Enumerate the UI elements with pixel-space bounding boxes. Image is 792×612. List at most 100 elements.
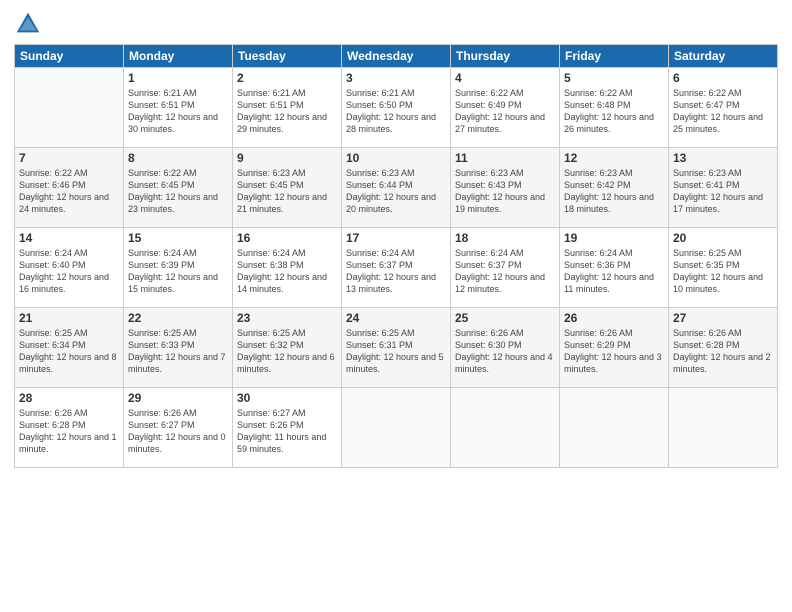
sunset-text: Sunset: 6:37 PM bbox=[346, 259, 446, 271]
weekday-header-monday: Monday bbox=[124, 45, 233, 68]
day-info: Sunrise: 6:22 AMSunset: 6:45 PMDaylight:… bbox=[128, 167, 228, 216]
sunrise-text: Sunrise: 6:22 AM bbox=[673, 87, 773, 99]
daylight-text: Daylight: 12 hours and 7 minutes. bbox=[128, 351, 228, 375]
daylight-text: Daylight: 12 hours and 15 minutes. bbox=[128, 271, 228, 295]
day-number: 1 bbox=[128, 71, 228, 85]
sunset-text: Sunset: 6:28 PM bbox=[673, 339, 773, 351]
day-info: Sunrise: 6:24 AMSunset: 6:39 PMDaylight:… bbox=[128, 247, 228, 296]
day-info: Sunrise: 6:22 AMSunset: 6:46 PMDaylight:… bbox=[19, 167, 119, 216]
daylight-text: Daylight: 12 hours and 2 minutes. bbox=[673, 351, 773, 375]
calendar-cell: 6Sunrise: 6:22 AMSunset: 6:47 PMDaylight… bbox=[669, 68, 778, 148]
calendar-page: SundayMondayTuesdayWednesdayThursdayFrid… bbox=[0, 0, 792, 612]
day-number: 3 bbox=[346, 71, 446, 85]
daylight-text: Daylight: 12 hours and 0 minutes. bbox=[128, 431, 228, 455]
day-number: 21 bbox=[19, 311, 119, 325]
daylight-text: Daylight: 12 hours and 1 minute. bbox=[19, 431, 119, 455]
sunset-text: Sunset: 6:32 PM bbox=[237, 339, 337, 351]
weekday-header-friday: Friday bbox=[560, 45, 669, 68]
day-number: 7 bbox=[19, 151, 119, 165]
day-info: Sunrise: 6:26 AMSunset: 6:28 PMDaylight:… bbox=[19, 407, 119, 456]
day-number: 11 bbox=[455, 151, 555, 165]
daylight-text: Daylight: 12 hours and 29 minutes. bbox=[237, 111, 337, 135]
sunrise-text: Sunrise: 6:22 AM bbox=[128, 167, 228, 179]
calendar-week-row: 14Sunrise: 6:24 AMSunset: 6:40 PMDayligh… bbox=[15, 228, 778, 308]
sunset-text: Sunset: 6:45 PM bbox=[128, 179, 228, 191]
sunrise-text: Sunrise: 6:24 AM bbox=[564, 247, 664, 259]
calendar-cell: 22 Sunrise: 6:25 AMSunset: 6:33 PMDayligh… bbox=[124, 308, 233, 388]
day-info: Sunrise: 6:24 AMSunset: 6:38 PMDaylight:… bbox=[237, 247, 337, 296]
daylight-text: Daylight: 12 hours and 11 minutes. bbox=[564, 271, 664, 295]
calendar-week-row: 21Sunrise: 6:25 AMSunset: 6:34 PMDayligh… bbox=[15, 308, 778, 388]
day-number: 18 bbox=[455, 231, 555, 245]
day-info: Sunrise: 6:24 AMSunset: 6:36 PMDaylight:… bbox=[564, 247, 664, 296]
day-number: 16 bbox=[237, 231, 337, 245]
calendar-table: SundayMondayTuesdayWednesdayThursdayFrid… bbox=[14, 44, 778, 468]
day-info: Sunrise: 6:23 AMSunset: 6:43 PMDaylight:… bbox=[455, 167, 555, 216]
sunrise-text: Sunrise: 6:22 AM bbox=[455, 87, 555, 99]
day-number: 15 bbox=[128, 231, 228, 245]
daylight-text: Daylight: 12 hours and 4 minutes. bbox=[455, 351, 555, 375]
sunset-text: Sunset: 6:39 PM bbox=[128, 259, 228, 271]
daylight-text: Daylight: 12 hours and 16 minutes. bbox=[19, 271, 119, 295]
day-number: 4 bbox=[455, 71, 555, 85]
sunrise-text: Sunrise: 6:26 AM bbox=[455, 327, 555, 339]
weekday-header-row: SundayMondayTuesdayWednesdayThursdayFrid… bbox=[15, 45, 778, 68]
sunrise-text: Sunrise: 6:25 AM bbox=[237, 327, 337, 339]
sunrise-text: Sunrise: 6:23 AM bbox=[455, 167, 555, 179]
daylight-text: Daylight: 12 hours and 28 minutes. bbox=[346, 111, 446, 135]
day-info: Sunrise: 6:25 AMSunset: 6:33 PMDaylight:… bbox=[128, 327, 228, 376]
daylight-text: Daylight: 12 hours and 30 minutes. bbox=[128, 111, 228, 135]
day-number: 12 bbox=[564, 151, 664, 165]
sunset-text: Sunset: 6:30 PM bbox=[455, 339, 555, 351]
daylight-text: Daylight: 12 hours and 13 minutes. bbox=[346, 271, 446, 295]
weekday-header-wednesday: Wednesday bbox=[342, 45, 451, 68]
day-number: 2 bbox=[237, 71, 337, 85]
calendar-cell: 28 Sunrise: 6:26 AMSunset: 6:28 PMDayligh… bbox=[15, 388, 124, 468]
daylight-text: Daylight: 12 hours and 8 minutes. bbox=[19, 351, 119, 375]
sunrise-text: Sunrise: 6:21 AM bbox=[128, 87, 228, 99]
sunset-text: Sunset: 6:35 PM bbox=[673, 259, 773, 271]
day-number: 28 bbox=[19, 391, 119, 405]
sunset-text: Sunset: 6:34 PM bbox=[19, 339, 119, 351]
day-number: 24 bbox=[346, 311, 446, 325]
sunrise-text: Sunrise: 6:25 AM bbox=[128, 327, 228, 339]
calendar-week-row: 1 Sunrise: 6:21 AMSunset: 6:51 PMDaylight… bbox=[15, 68, 778, 148]
day-info: Sunrise: 6:23 AMSunset: 6:42 PMDaylight:… bbox=[564, 167, 664, 216]
day-info: Sunrise: 6:21 AMSunset: 6:51 PMDaylight:… bbox=[237, 87, 337, 136]
day-info: Sunrise: 6:21 AMSunset: 6:51 PMDaylight:… bbox=[128, 87, 228, 136]
daylight-text: Daylight: 12 hours and 25 minutes. bbox=[673, 111, 773, 135]
calendar-cell: 21 Sunrise: 6:25 AMSunset: 6:34 PMDayligh… bbox=[15, 308, 124, 388]
daylight-text: Daylight: 12 hours and 20 minutes. bbox=[346, 191, 446, 215]
day-info: Sunrise: 6:25 AMSunset: 6:35 PMDaylight:… bbox=[673, 247, 773, 296]
day-number: 20 bbox=[673, 231, 773, 245]
calendar-cell: 4Sunrise: 6:22 AMSunset: 6:49 PMDaylight… bbox=[451, 68, 560, 148]
day-number: 27 bbox=[673, 311, 773, 325]
day-number: 8 bbox=[128, 151, 228, 165]
calendar-cell: 23 Sunrise: 6:25 AMSunset: 6:32 PMDayligh… bbox=[233, 308, 342, 388]
day-number: 14 bbox=[19, 231, 119, 245]
day-number: 9 bbox=[237, 151, 337, 165]
daylight-text: Daylight: 12 hours and 24 minutes. bbox=[19, 191, 119, 215]
sunrise-text: Sunrise: 6:26 AM bbox=[128, 407, 228, 419]
sunrise-text: Sunrise: 6:25 AM bbox=[19, 327, 119, 339]
daylight-text: Daylight: 12 hours and 6 minutes. bbox=[237, 351, 337, 375]
day-number: 23 bbox=[237, 311, 337, 325]
sunset-text: Sunset: 6:33 PM bbox=[128, 339, 228, 351]
calendar-cell: 5Sunrise: 6:22 AMSunset: 6:48 PMDaylight… bbox=[560, 68, 669, 148]
calendar-cell: 24Sunrise: 6:25 AMSunset: 6:31 PMDayligh… bbox=[342, 308, 451, 388]
calendar-cell: 30Sunrise: 6:27 AMSunset: 6:26 PMDayligh… bbox=[233, 388, 342, 468]
daylight-text: Daylight: 12 hours and 5 minutes. bbox=[346, 351, 446, 375]
calendar-cell: 17Sunrise: 6:24 AMSunset: 6:37 PMDayligh… bbox=[342, 228, 451, 308]
day-number: 22 bbox=[128, 311, 228, 325]
day-info: Sunrise: 6:26 AMSunset: 6:27 PMDaylight:… bbox=[128, 407, 228, 456]
weekday-header-thursday: Thursday bbox=[451, 45, 560, 68]
day-number: 26 bbox=[564, 311, 664, 325]
sunset-text: Sunset: 6:46 PM bbox=[19, 179, 119, 191]
daylight-text: Daylight: 12 hours and 17 minutes. bbox=[673, 191, 773, 215]
sunset-text: Sunset: 6:29 PM bbox=[564, 339, 664, 351]
sunrise-text: Sunrise: 6:27 AM bbox=[237, 407, 337, 419]
sunset-text: Sunset: 6:38 PM bbox=[237, 259, 337, 271]
calendar-cell: 9Sunrise: 6:23 AMSunset: 6:45 PMDaylight… bbox=[233, 148, 342, 228]
calendar-cell: 3Sunrise: 6:21 AMSunset: 6:50 PMDaylight… bbox=[342, 68, 451, 148]
day-number: 10 bbox=[346, 151, 446, 165]
